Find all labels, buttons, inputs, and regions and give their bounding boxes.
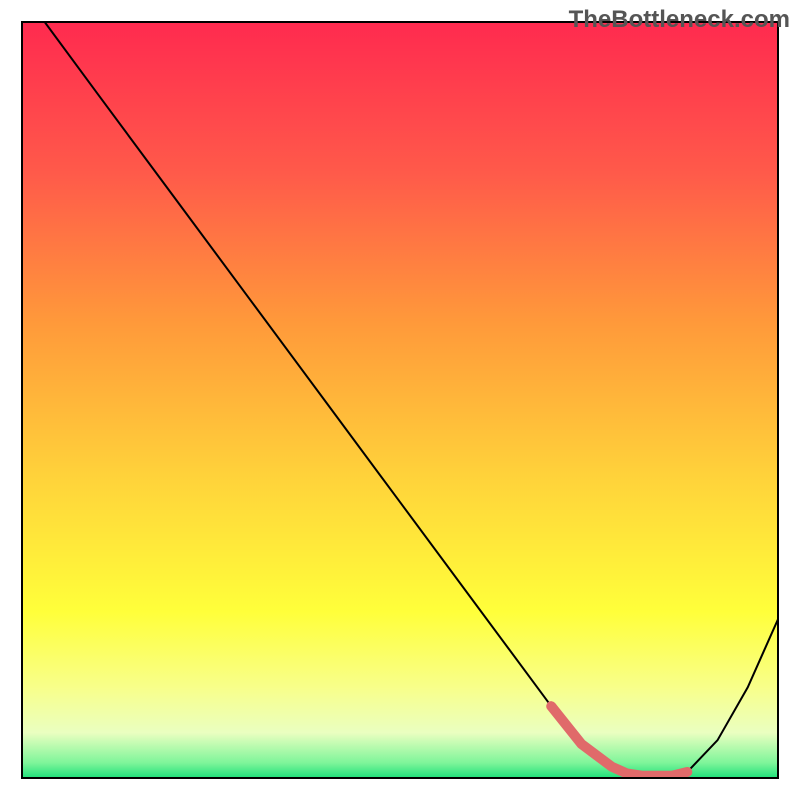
watermark-label: TheBottleneck.com xyxy=(569,6,790,34)
bottleneck-chart xyxy=(0,0,800,800)
gradient-background xyxy=(22,22,778,778)
chart-container: TheBottleneck.com xyxy=(0,0,800,800)
